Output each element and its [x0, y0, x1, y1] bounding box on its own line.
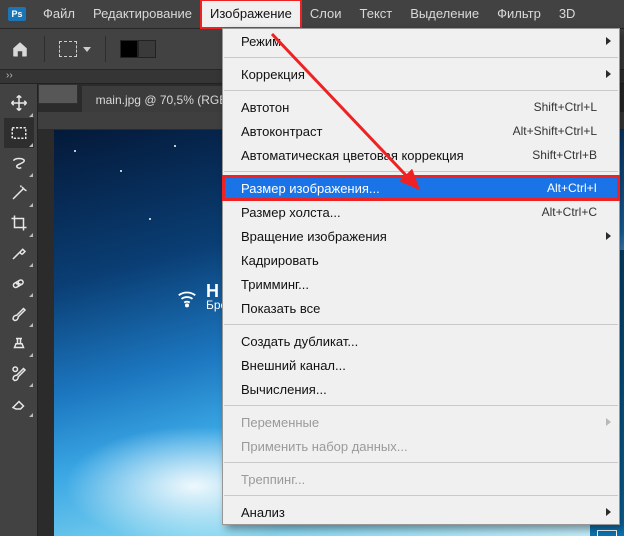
menubar: Ps Файл Редактирование Изображение Слои …: [0, 0, 624, 28]
menu-item-hotkey: Alt+Ctrl+I: [547, 181, 597, 195]
image-menu-dropdown: РежимКоррекцияАвтотонShift+Ctrl+LАвтокон…: [222, 28, 620, 525]
menu-layers[interactable]: Слои: [301, 0, 351, 28]
menu-image[interactable]: Изображение: [201, 0, 301, 28]
menu-separator: [224, 57, 618, 58]
app-logo: Ps: [8, 7, 26, 21]
menu-item-hotkey: Shift+Ctrl+B: [532, 148, 597, 162]
menu-item-hotkey: Shift+Ctrl+L: [534, 100, 597, 114]
menu-item[interactable]: Размер изображения...Alt+Ctrl+I: [223, 176, 619, 200]
menu-item-label: Треппинг...: [241, 472, 597, 487]
menu-item[interactable]: АвтотонShift+Ctrl+L: [223, 95, 619, 119]
menu-item-label: Применить набор данных...: [241, 439, 597, 454]
menu-text[interactable]: Текст: [351, 0, 402, 28]
toolbar: [0, 84, 38, 536]
menu-item-label: Автоконтраст: [241, 124, 513, 139]
menu-item: Применить набор данных...: [223, 434, 619, 458]
menu-item[interactable]: Коррекция: [223, 62, 619, 86]
chevron-down-icon[interactable]: [83, 47, 91, 52]
menu-item[interactable]: Размер холста...Alt+Ctrl+C: [223, 200, 619, 224]
menu-item-label: Тримминг...: [241, 277, 597, 292]
menu-separator: [224, 495, 618, 496]
menu-item-hotkey: Alt+Shift+Ctrl+L: [513, 124, 597, 138]
menu-item-label: Вычисления...: [241, 382, 597, 397]
menu-item-label: Создать дубликат...: [241, 334, 597, 349]
menu-item-label: Режим: [241, 34, 597, 49]
menu-item-label: Коррекция: [241, 67, 597, 82]
menu-separator: [224, 90, 618, 91]
divider: [44, 36, 45, 62]
menu-item[interactable]: Вычисления...: [223, 377, 619, 401]
menu-edit[interactable]: Редактирование: [84, 0, 201, 28]
document-tab[interactable]: main.jpg @ 70,5% (RGB: [82, 86, 242, 114]
menu-item-label: Внешний канал...: [241, 358, 597, 373]
tool-history-brush[interactable]: [4, 358, 34, 388]
menu-item[interactable]: Анализ: [223, 500, 619, 524]
menu-item-label: Вращение изображения: [241, 229, 597, 244]
menu-item-label: Анализ: [241, 505, 597, 520]
menu-item: Треппинг...: [223, 467, 619, 491]
tool-brush[interactable]: [4, 298, 34, 328]
menu-select[interactable]: Выделение: [401, 0, 488, 28]
menu-separator: [224, 405, 618, 406]
menu-separator: [224, 171, 618, 172]
menu-filter[interactable]: Фильтр: [488, 0, 550, 28]
tool-move[interactable]: [4, 88, 34, 118]
divider: [105, 36, 106, 62]
wifi-icon: [174, 287, 200, 309]
menu-item[interactable]: Показать все: [223, 296, 619, 320]
menu-item[interactable]: Автоматическая цветовая коррекцияShift+C…: [223, 143, 619, 167]
home-icon[interactable]: [10, 40, 30, 58]
tool-clone-stamp[interactable]: [4, 328, 34, 358]
menu-item[interactable]: Вращение изображения: [223, 224, 619, 248]
menu-separator: [224, 462, 618, 463]
tab-thumbnail: [38, 84, 78, 104]
tool-magic-wand[interactable]: [4, 178, 34, 208]
menu-item: Переменные: [223, 410, 619, 434]
menu-item-label: Автотон: [241, 100, 534, 115]
tool-eyedropper[interactable]: [4, 238, 34, 268]
menu-item[interactable]: Кадрировать: [223, 248, 619, 272]
tool-rect-marquee[interactable]: [4, 118, 34, 148]
menu-3d[interactable]: 3D: [550, 0, 585, 28]
menu-item-label: Размер изображения...: [241, 181, 547, 196]
menu-item[interactable]: Внешний канал...: [223, 353, 619, 377]
menu-item-hotkey: Alt+Ctrl+C: [542, 205, 597, 219]
tool-crop[interactable]: [4, 208, 34, 238]
rectangle-marquee-icon[interactable]: [59, 41, 77, 57]
menu-item-label: Переменные: [241, 415, 597, 430]
tool-eraser[interactable]: [4, 388, 34, 418]
menu-item[interactable]: Тримминг...: [223, 272, 619, 296]
menu-separator: [224, 324, 618, 325]
swatch-fg[interactable]: [120, 40, 138, 58]
menu-item-label: Автоматическая цветовая коррекция: [241, 148, 532, 163]
swatch-group: [120, 40, 156, 58]
menu-item-label: Кадрировать: [241, 253, 597, 268]
menu-item-label: Размер холста...: [241, 205, 542, 220]
swatch-bg[interactable]: [138, 40, 156, 58]
menu-item[interactable]: АвтоконтрастAlt+Shift+Ctrl+L: [223, 119, 619, 143]
menu-item-label: Показать все: [241, 301, 597, 316]
tool-lasso[interactable]: [4, 148, 34, 178]
menu-file[interactable]: Файл: [34, 0, 84, 28]
menu-item[interactable]: Режим: [223, 29, 619, 53]
tool-healing-brush[interactable]: [4, 268, 34, 298]
square-icon: [597, 530, 617, 536]
menu-item[interactable]: Создать дубликат...: [223, 329, 619, 353]
